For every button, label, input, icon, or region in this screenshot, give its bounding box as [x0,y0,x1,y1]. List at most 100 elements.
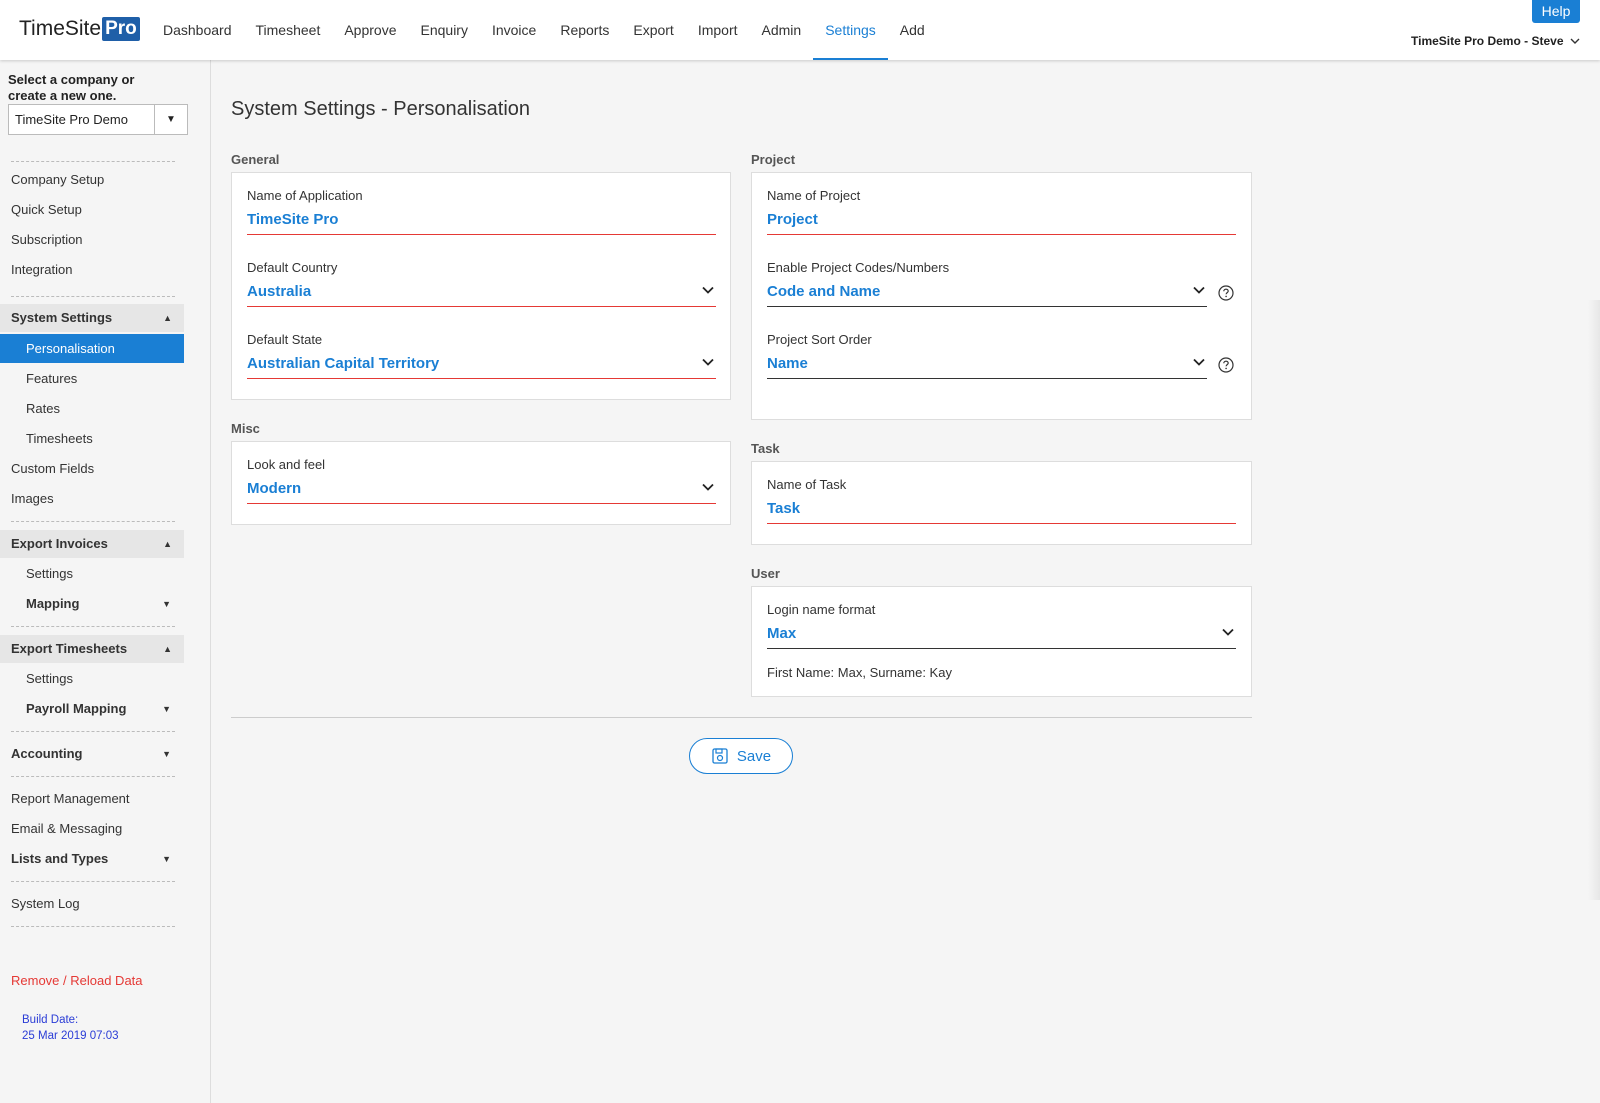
section-label-general: General [231,152,280,167]
sidebar-item-accounting[interactable]: Accounting ▼ [11,744,183,764]
sidebar-item-company-setup[interactable]: Company Setup [11,170,183,190]
help-button[interactable]: Help [1532,0,1580,23]
nav-export[interactable]: Export [621,0,685,60]
field-login-name-format: Login name format Max [767,601,1236,649]
app-logo[interactable]: TimeSite Pro [19,17,140,41]
sidebar-item-personalisation[interactable]: Personalisation [0,334,184,363]
field-task-name: Name of Task Task [767,476,1236,524]
nav-settings[interactable]: Settings [813,0,888,60]
sidebar-item-export-invoices-settings[interactable]: Settings [26,564,183,584]
field-label: Look and feel [247,457,326,472]
login-name-format-select[interactable]: Max [767,619,1236,649]
select-value: Name [767,355,808,372]
project-codes-select[interactable]: Code and Name [767,277,1207,307]
task-name-input[interactable]: Task [767,494,1236,524]
default-state-select[interactable]: Australian Capital Territory [247,349,716,379]
nav-admin[interactable]: Admin [750,0,814,60]
divider [11,161,175,162]
chevron-down-icon [1222,628,1234,636]
field-label: Default Country [247,260,338,275]
caret-down-icon[interactable]: ▼ [154,105,187,134]
field-default-country: Default Country Australia [247,259,716,307]
select-value: Australian Capital Territory [247,355,440,372]
sidebar-item-timesheets[interactable]: Timesheets [26,429,183,449]
user-menu[interactable]: TimeSite Pro Demo - Steve [1411,34,1580,48]
nav-add[interactable]: Add [888,0,937,60]
section-label-project: Project [751,152,796,167]
sidebar-group-export-timesheets[interactable]: Export Timesheets ▲ [0,635,184,663]
scroll-shadow [1588,300,1600,900]
project-sort-order-select[interactable]: Name [767,349,1207,379]
project-name-input[interactable]: Project [767,205,1236,235]
sidebar-item-export-timesheets-settings[interactable]: Settings [26,669,183,689]
remove-reload-data-link[interactable]: Remove / Reload Data [11,971,183,991]
field-look-and-feel: Look and feel Modern [247,456,716,504]
sidebar-item-email-messaging[interactable]: Email & Messaging [11,819,183,839]
help-circle-icon[interactable] [1218,357,1234,373]
sidebar-item-rates[interactable]: Rates [26,399,183,419]
save-button[interactable]: Save [689,738,793,774]
sidebar-item-integration[interactable]: Integration [11,260,183,280]
card-general: Name of Application TimeSite Pro Default… [231,172,731,400]
look-and-feel-select[interactable]: Modern [247,474,716,504]
sidebar-item-label: Payroll Mapping [26,701,127,716]
caret-down-icon: ▼ [162,704,171,714]
sidebar: Select a company or create a new one. Ti… [0,60,211,1103]
sidebar-item-custom-fields[interactable]: Custom Fields [11,459,183,479]
nav-reports[interactable]: Reports [548,0,621,60]
divider [11,926,175,927]
divider [11,296,175,297]
sidebar-item-images[interactable]: Images [11,489,183,509]
build-info: Build Date: 25 Mar 2019 07:03 [22,1012,119,1044]
chevron-down-icon [702,286,714,294]
field-application-name: Name of Application TimeSite Pro [247,187,716,235]
select-value: Code and Name [767,283,881,300]
nav-invoice[interactable]: Invoice [480,0,548,60]
caret-up-icon: ▲ [163,539,172,549]
caret-down-icon: ▼ [162,599,171,609]
chevron-down-icon [1193,358,1205,366]
section-label-misc: Misc [231,421,260,436]
save-button-label: Save [736,747,772,765]
card-task: Name of Task Task [751,461,1252,545]
chevron-down-icon [1193,286,1205,294]
sidebar-item-report-management[interactable]: Report Management [11,789,183,809]
sidebar-item-quick-setup[interactable]: Quick Setup [11,200,183,220]
select-value: Modern [247,480,302,497]
nav-timesheet[interactable]: Timesheet [244,0,333,60]
company-select[interactable]: TimeSite Pro Demo ▼ [8,104,188,135]
field-label: Default State [247,332,323,347]
main-nav: Dashboard Timesheet Approve Enquiry Invo… [151,0,937,60]
nav-import[interactable]: Import [686,0,750,60]
section-label-user: User [751,566,780,581]
sidebar-group-system-settings[interactable]: System Settings ▲ [0,304,184,332]
field-label: Enable Project Codes/Numbers [767,260,950,275]
select-value: Max [767,625,797,642]
logo-text: TimeSite [19,17,102,40]
default-country-select[interactable]: Australia [247,277,716,307]
nav-approve[interactable]: Approve [332,0,408,60]
sidebar-item-label: Lists and Types [11,851,109,866]
sidebar-group-label: Export Invoices [11,536,108,551]
sidebar-item-lists-types[interactable]: Lists and Types ▼ [11,849,183,869]
sidebar-item-payroll-mapping[interactable]: Payroll Mapping ▼ [26,699,183,719]
nav-dashboard[interactable]: Dashboard [151,0,244,60]
help-circle-icon[interactable] [1218,285,1234,301]
chevron-down-icon [702,358,714,366]
sidebar-item-system-log[interactable]: System Log [11,894,183,914]
application-name-input[interactable]: TimeSite Pro [247,205,716,235]
divider [11,521,175,522]
sidebar-item-features[interactable]: Features [26,369,183,389]
page-title: System Settings - Personalisation [231,98,531,120]
card-misc: Look and feel Modern [231,441,731,525]
sidebar-group-label: Export Timesheets [11,641,128,656]
sidebar-item-export-invoices-mapping[interactable]: Mapping ▼ [26,594,183,614]
field-label: Name of Application [247,188,363,203]
nav-enquiry[interactable]: Enquiry [409,0,480,60]
field-project-name: Name of Project Project [767,187,1236,235]
sidebar-item-subscription[interactable]: Subscription [11,230,183,250]
sidebar-group-label: System Settings [11,310,113,325]
sidebar-group-export-invoices[interactable]: Export Invoices ▲ [0,530,184,558]
section-label-task: Task [751,441,780,456]
field-project-sort-order: Project Sort Order Name [767,331,1207,379]
